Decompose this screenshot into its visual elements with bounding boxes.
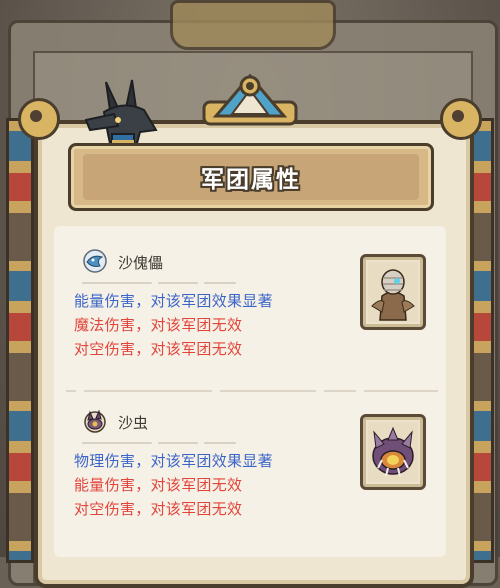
pyramid-ornament-icon (202, 73, 298, 126)
sandworm-portrait-icon (368, 422, 418, 482)
title-banner: 军团属性 (68, 143, 434, 211)
unit-name: 沙傀儡 (118, 254, 164, 272)
effect-line: 魔法伤害，对该军团无效 (74, 316, 243, 334)
divider (204, 442, 236, 444)
sand-golem-icon (83, 249, 107, 273)
corner-ornament-left (18, 98, 60, 140)
unit-name: 沙虫 (118, 414, 149, 432)
effect-line: 对空伤害，对该军团无效 (74, 500, 243, 518)
sand-golem-portrait[interactable] (360, 254, 426, 330)
page-title: 军团属性 (201, 167, 301, 193)
left-pillar (6, 118, 34, 563)
list-separator (66, 390, 438, 392)
effect-line: 能量伤害，对该军团无效 (74, 476, 243, 494)
sandworm-icon (84, 409, 106, 433)
effect-line: 对空伤害，对该军团无效 (74, 340, 243, 358)
effect-line: 能量伤害，对该军团效果显著 (74, 292, 273, 310)
background-crest (170, 0, 336, 50)
divider (158, 442, 198, 444)
divider (204, 282, 236, 284)
divider (82, 282, 152, 284)
effect-line: 物理伤害，对该军团效果显著 (74, 452, 273, 470)
unit-list: 沙傀儡 能量伤害，对该军团效果显著 魔法伤害，对该军团无效 对空伤害，对该军团无… (54, 226, 446, 557)
corner-ornament-right (440, 98, 482, 140)
divider (82, 442, 152, 444)
sandworm-portrait[interactable] (360, 414, 426, 490)
divider (158, 282, 198, 284)
sand-golem-portrait-icon (368, 262, 418, 322)
